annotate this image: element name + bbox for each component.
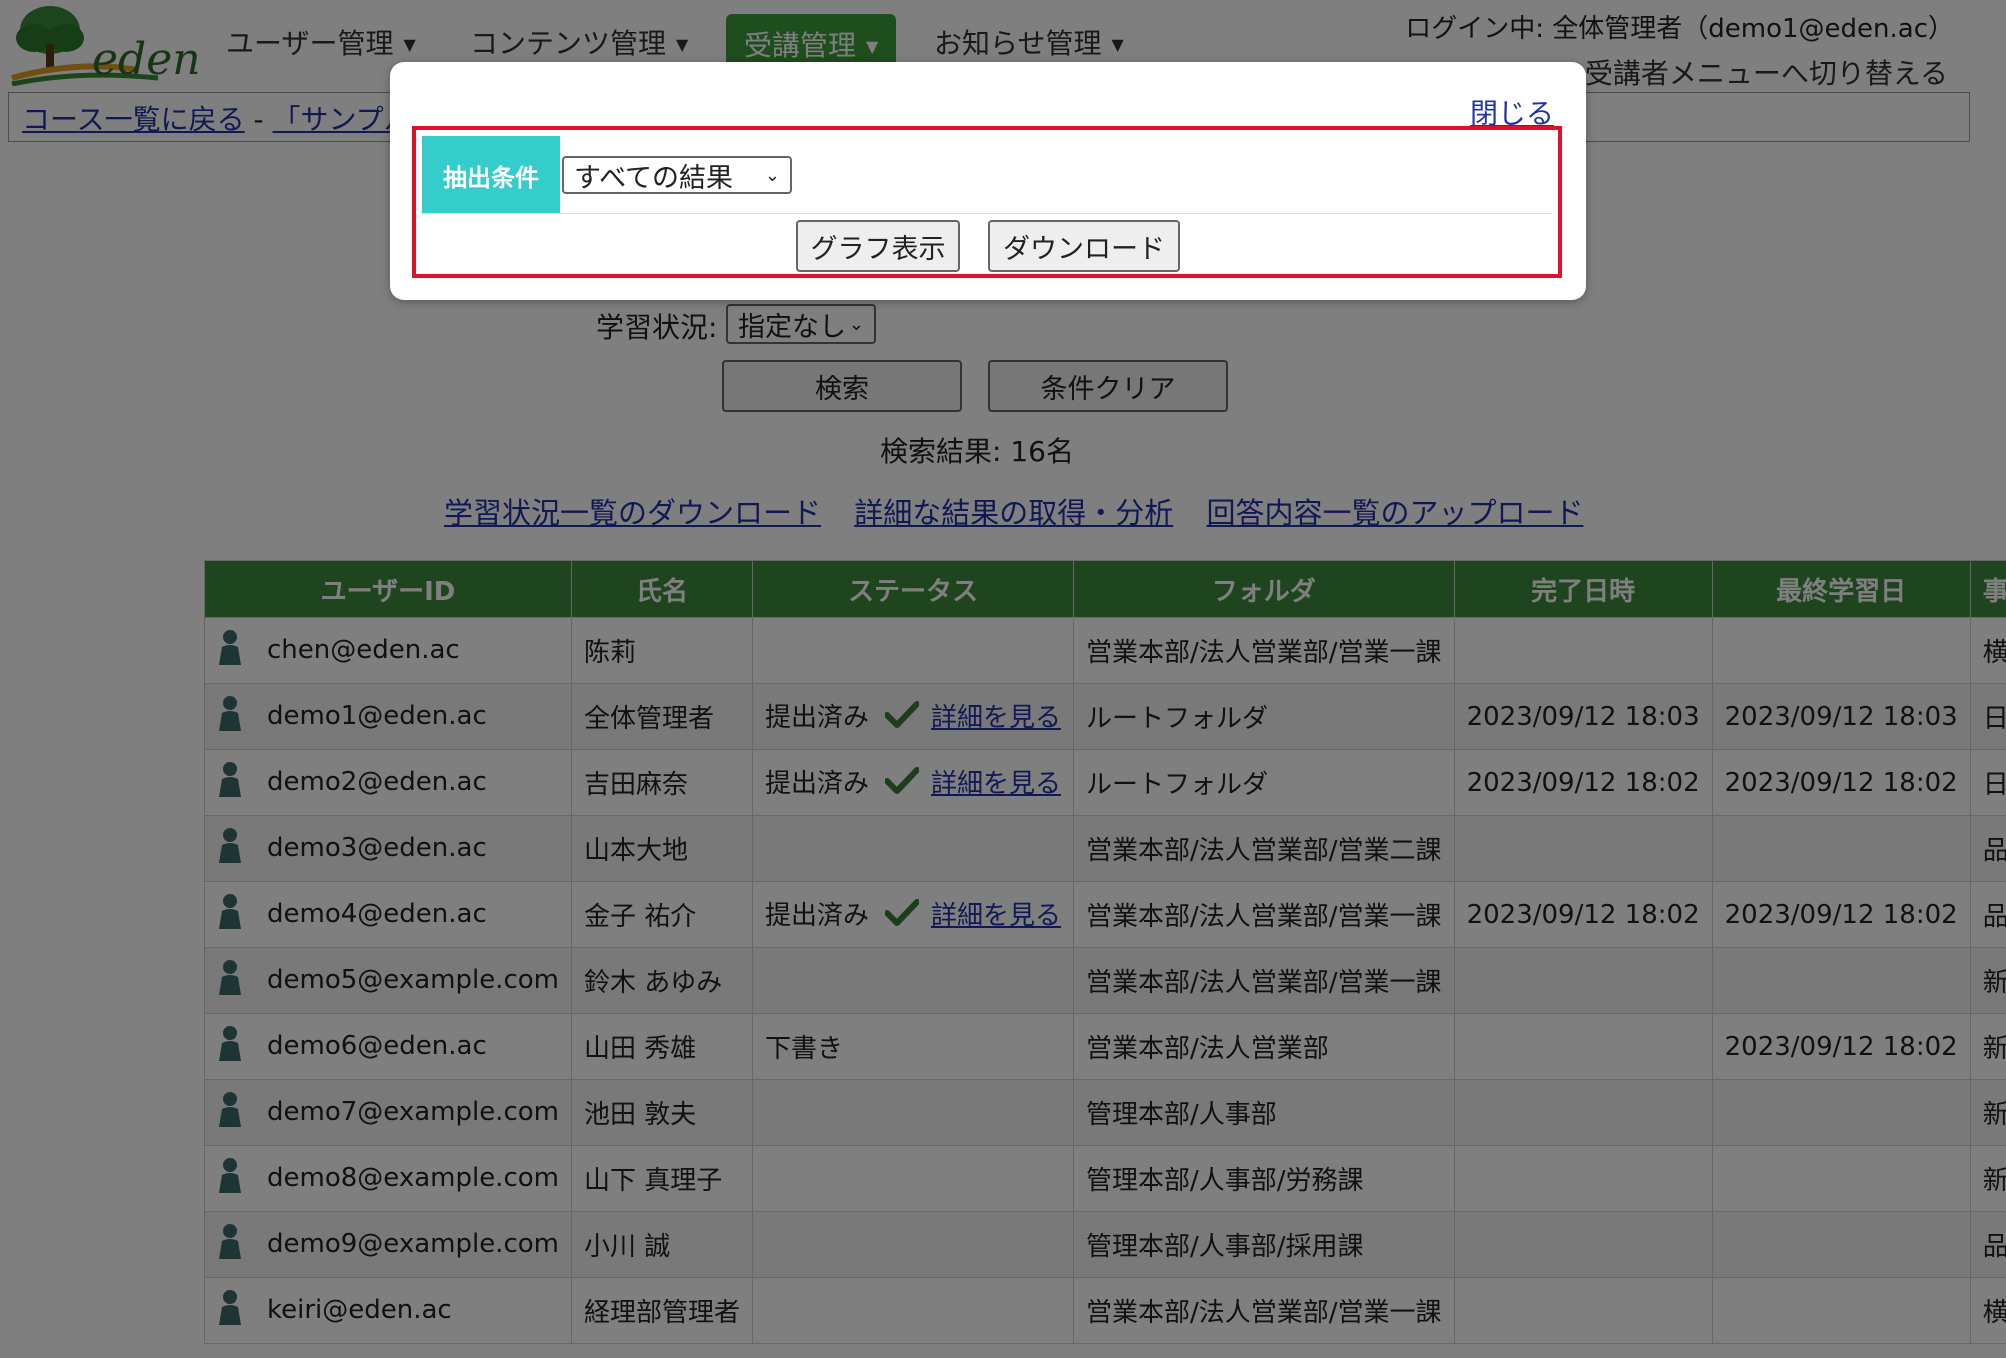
show-graph-button[interactable]: グラフ表示 — [796, 220, 960, 272]
extraction-condition-label: 抽出条件 — [422, 136, 560, 214]
download-button[interactable]: ダウンロード — [988, 220, 1180, 272]
chevron-down-icon: ⌄ — [764, 164, 780, 186]
extraction-modal: 閉じる 抽出条件 すべての結果 ⌄ グラフ表示 ダウンロード — [390, 62, 1586, 300]
divider — [422, 213, 1552, 214]
highlight-box — [412, 126, 1562, 278]
extraction-condition-value: すべての結果 — [574, 162, 734, 194]
extraction-condition-select[interactable]: すべての結果 ⌄ — [562, 156, 792, 194]
